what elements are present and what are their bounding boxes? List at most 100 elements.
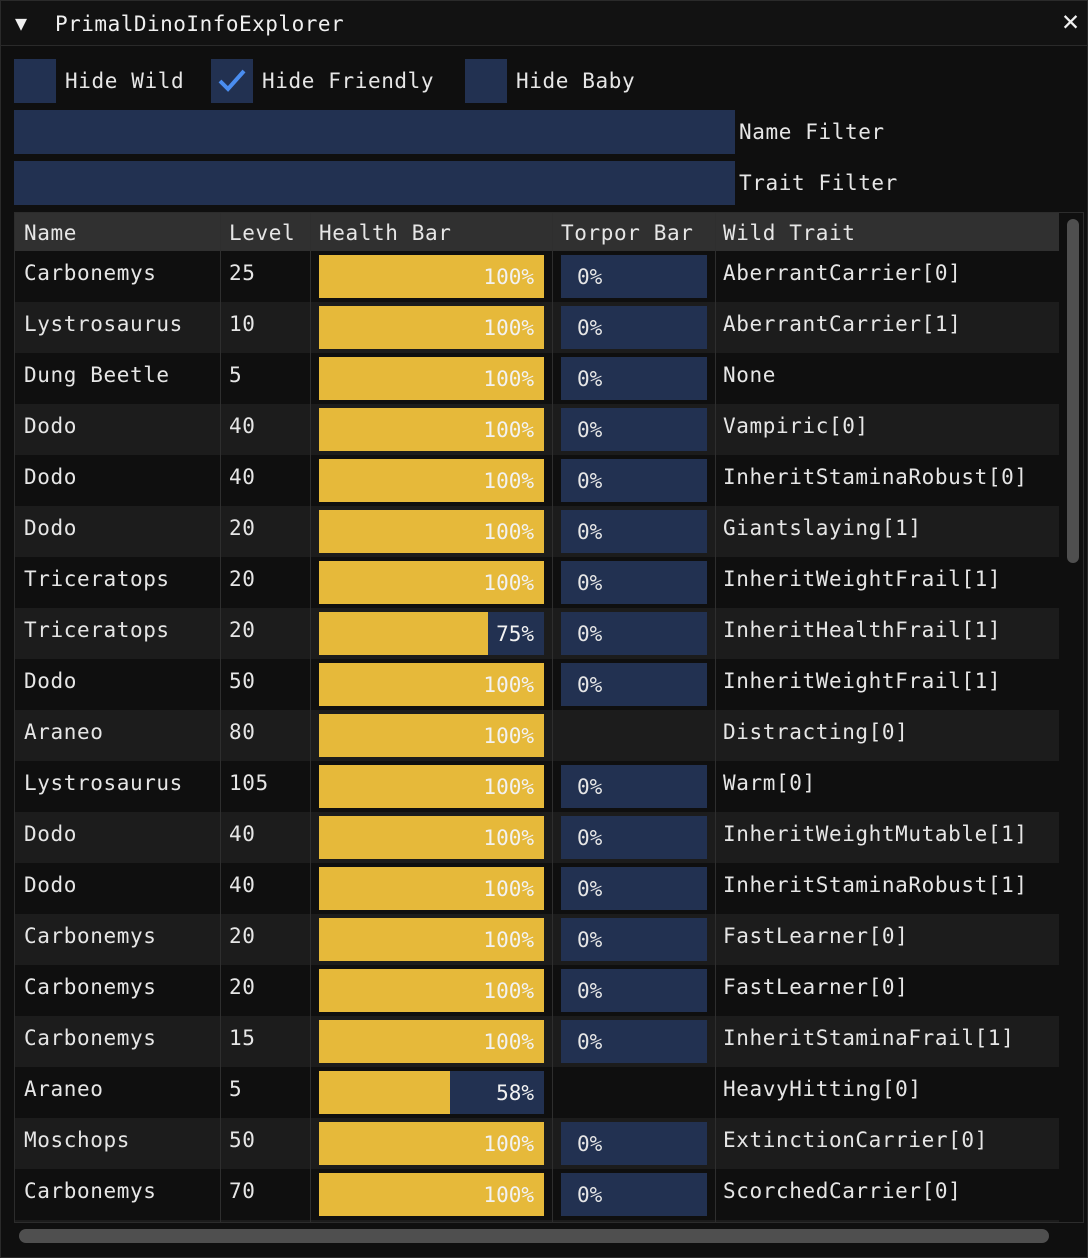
table-row[interactable]: Dodo 50 100% 0% InheritWeightFrail[1] [15,659,1059,710]
column-divider[interactable] [220,213,221,1222]
health-bar: 100% [319,1173,544,1216]
table-row[interactable]: Triceratops 20 75% 0% InheritHealthFrail[1] [15,608,1059,659]
dino-level: 20 [229,567,256,591]
health-bar: 100% [319,867,544,910]
table-row[interactable]: Lystrosaurus 10 100% 0% AberrantCarrier[1] [15,302,1059,353]
column-divider[interactable] [552,213,553,1222]
torpor-bar: 0% [561,1020,707,1063]
torpor-percent: 0% [577,418,603,442]
wild-trait: HeavyHitting[0] [723,1077,922,1101]
table-row[interactable]: Lystrosaurus 105 100% 0% Warm[0] [15,761,1059,812]
table-row[interactable]: Dodo 40 100% 0% InheritStaminaRobust[0] [15,455,1059,506]
torpor-percent: 0% [577,469,603,493]
column-header-torpor-bar[interactable]: Torpor Bar [561,221,693,245]
table-header: Name Level Health Bar Torpor Bar Wild Tr… [15,213,1059,251]
torpor-percent: 0% [577,979,603,1003]
hide-friendly-checkbox[interactable] [211,59,253,103]
primal-dino-info-explorer-window: ▼ PrimalDinoInfoExplorer ✕ Hide Wild Hid… [0,0,1088,1258]
wild-trait: Warm[0] [723,771,816,795]
table-row[interactable]: Moschops 50 100% 0% ExtinctionCarrier[0] [15,1118,1059,1169]
vertical-scrollbar-thumb[interactable] [1067,219,1079,563]
table-row[interactable]: Araneo 80 100% Distracting[0] [15,710,1059,761]
dino-level: 40 [229,873,256,897]
table-row[interactable]: Dodo 40 100% 0% Vampiric[0] [15,404,1059,455]
column-header-level[interactable]: Level [229,221,295,245]
dino-name: Carbonemys [24,1179,157,1203]
torpor-percent: 0% [577,928,603,952]
health-percent: 100% [483,1030,534,1054]
column-divider[interactable] [310,213,311,1222]
health-bar: 100% [319,459,544,502]
dino-level: 5 [229,1077,243,1101]
dino-name: Carbonemys [24,1026,157,1050]
dino-name: Carbonemys [24,261,157,285]
hide-baby-checkbox[interactable] [465,59,507,103]
table-row[interactable]: Carbonemys 20 100% 0% FastLearner[0] [15,965,1059,1016]
torpor-bar: 0% [561,459,707,502]
torpor-bar: 0% [561,1173,707,1216]
torpor-bar: 0% [561,969,707,1012]
dino-name: Carbonemys [24,975,157,999]
column-header-health-bar[interactable]: Health Bar [319,221,451,245]
torpor-percent: 0% [577,1030,603,1054]
close-icon[interactable]: ✕ [1062,7,1079,35]
health-percent: 100% [483,673,534,697]
torpor-bar: 0% [561,408,707,451]
dino-level: 5 [229,363,243,387]
dino-name: Moschops [24,1128,130,1152]
horizontal-scrollbar-thumb[interactable] [19,1229,1049,1243]
table-row[interactable]: Dodo 40 100% 0% InheritStaminaRobust[1] [15,863,1059,914]
column-header-wild-trait[interactable]: Wild Trait [723,221,855,245]
health-bar: 100% [319,357,544,400]
dino-name: Lystrosaurus [24,771,183,795]
torpor-bar: 0% [561,612,707,655]
torpor-percent: 0% [577,367,603,391]
health-bar: 100% [319,561,544,604]
torpor-percent: 0% [577,571,603,595]
table-row[interactable]: Dodo 40 100% 0% InheritWeightMutable[1] [15,812,1059,863]
title-bar[interactable]: ▼ PrimalDinoInfoExplorer ✕ [1,1,1087,46]
health-percent: 100% [483,979,534,1003]
torpor-bar: 0% [561,357,707,400]
health-bar: 100% [319,1122,544,1165]
hide-baby-label: Hide Baby [516,69,636,93]
health-bar: 75% [319,612,544,655]
wild-trait: InheritWeightFrail[1] [723,567,1002,591]
table-row[interactable]: Carbonemys 15 100% 0% InheritStaminaFrail[1] [15,1016,1059,1067]
table-row[interactable]: Araneo 5 58% HeavyHitting[0] [15,1067,1059,1118]
dino-level: 50 [229,1128,256,1152]
dino-level: 80 [229,720,256,744]
health-percent: 100% [483,418,534,442]
wild-trait: InheritStaminaRobust[0] [723,465,1028,489]
torpor-percent: 0% [577,520,603,544]
torpor-percent: 0% [577,826,603,850]
health-bar-fill [319,612,488,655]
table-row[interactable]: Carbonemys 25 100% 0% AberrantCarrier[0] [15,251,1059,302]
collapse-arrow-icon[interactable]: ▼ [15,11,27,35]
table-row[interactable]: Carbonemys 20 100% 0% FastLearner[0] [15,914,1059,965]
table-row[interactable]: Carbonemys 70 100% 0% ScorchedCarrier[0] [15,1169,1059,1220]
dino-name: Dodo [24,465,77,489]
name-filter-input[interactable] [14,110,735,154]
dino-level: 40 [229,465,256,489]
column-divider[interactable] [715,213,716,1222]
torpor-percent: 0% [577,673,603,697]
dino-table[interactable]: Name Level Health Bar Torpor Bar Wild Tr… [14,212,1084,1223]
horizontal-scrollbar[interactable] [14,1223,1084,1249]
hide-wild-label: Hide Wild [65,69,185,93]
table-row[interactable]: Dodo 20 100% 0% Giantslaying[1] [15,506,1059,557]
dino-level: 20 [229,975,256,999]
dino-level: 15 [229,1026,256,1050]
torpor-percent: 0% [577,775,603,799]
dino-level: 20 [229,618,256,642]
trait-filter-input[interactable] [14,161,735,205]
health-percent: 100% [483,316,534,340]
table-row[interactable]: Dung Beetle 5 100% 0% None [15,353,1059,404]
health-percent: 100% [483,469,534,493]
hide-wild-checkbox[interactable] [14,59,56,103]
column-header-name[interactable]: Name [24,221,77,245]
torpor-bar: 0% [561,867,707,910]
table-row[interactable]: Triceratops 20 100% 0% InheritWeightFrail[1] [15,557,1059,608]
health-percent: 100% [483,367,534,391]
health-percent: 100% [483,520,534,544]
